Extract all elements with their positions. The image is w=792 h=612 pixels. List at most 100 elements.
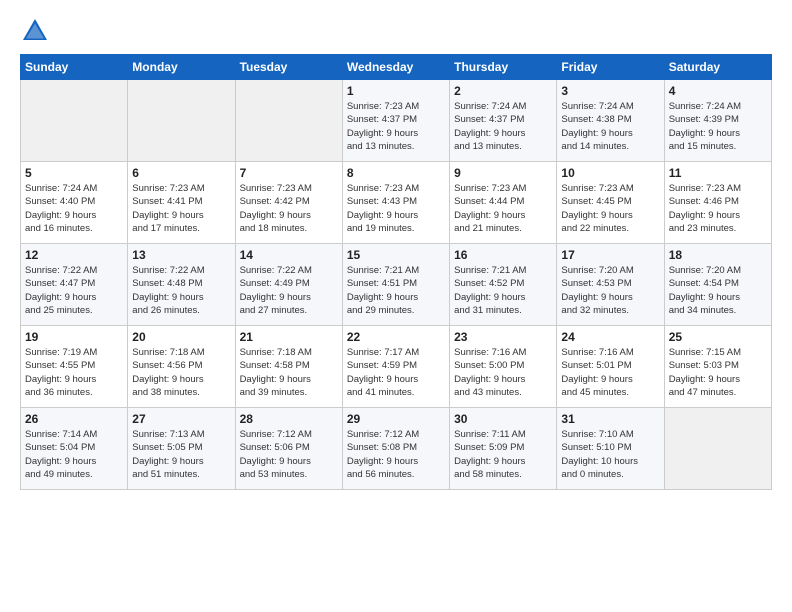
day-info: Sunrise: 7:20 AM Sunset: 4:54 PM Dayligh… (669, 264, 767, 317)
day-info: Sunrise: 7:23 AM Sunset: 4:37 PM Dayligh… (347, 100, 445, 153)
day-number: 5 (25, 166, 123, 180)
day-number: 31 (561, 412, 659, 426)
day-number: 24 (561, 330, 659, 344)
day-info: Sunrise: 7:21 AM Sunset: 4:52 PM Dayligh… (454, 264, 552, 317)
calendar-cell: 30 Sunrise: 7:11 AM Sunset: 5:09 PM Dayli… (450, 408, 557, 490)
day-info: Sunrise: 7:13 AM Sunset: 5:05 PM Dayligh… (132, 428, 230, 481)
week-row-3: 12 Sunrise: 7:22 AM Sunset: 4:47 PM Dayli… (21, 244, 772, 326)
calendar-cell (128, 80, 235, 162)
day-number: 29 (347, 412, 445, 426)
calendar-cell: 31 Sunrise: 7:10 AM Sunset: 5:10 PM Dayli… (557, 408, 664, 490)
week-row-4: 19 Sunrise: 7:19 AM Sunset: 4:55 PM Dayli… (21, 326, 772, 408)
day-info: Sunrise: 7:22 AM Sunset: 4:48 PM Dayligh… (132, 264, 230, 317)
day-header-friday: Friday (557, 55, 664, 80)
day-info: Sunrise: 7:19 AM Sunset: 4:55 PM Dayligh… (25, 346, 123, 399)
day-info: Sunrise: 7:23 AM Sunset: 4:41 PM Dayligh… (132, 182, 230, 235)
day-info: Sunrise: 7:23 AM Sunset: 4:45 PM Dayligh… (561, 182, 659, 235)
calendar-cell: 22Sunrise: 7:17 AM Sunset: 4:59 PM Dayli… (342, 326, 449, 408)
day-info: Sunrise: 7:18 AM Sunset: 4:58 PM Dayligh… (240, 346, 338, 399)
day-number: 20 (132, 330, 230, 344)
calendar-cell: 18 Sunrise: 7:20 AM Sunset: 4:54 PM Dayli… (664, 244, 771, 326)
day-number: 16 (454, 248, 552, 262)
calendar-cell: 14 Sunrise: 7:22 AM Sunset: 4:49 PM Dayli… (235, 244, 342, 326)
day-info: Sunrise: 7:24 AM Sunset: 4:37 PM Dayligh… (454, 100, 552, 153)
day-header-thursday: Thursday (450, 55, 557, 80)
day-number: 18 (669, 248, 767, 262)
day-info: Sunrise: 7:21 AM Sunset: 4:51 PM Dayligh… (347, 264, 445, 317)
day-header-saturday: Saturday (664, 55, 771, 80)
calendar-cell: 6 Sunrise: 7:23 AM Sunset: 4:41 PM Daylig… (128, 162, 235, 244)
calendar-cell: 19 Sunrise: 7:19 AM Sunset: 4:55 PM Dayli… (21, 326, 128, 408)
calendar-cell: 28 Sunrise: 7:12 AM Sunset: 5:06 PM Dayli… (235, 408, 342, 490)
day-info: Sunrise: 7:16 AM Sunset: 5:00 PM Dayligh… (454, 346, 552, 399)
calendar-cell: 3Sunrise: 7:24 AM Sunset: 4:38 PM Daylig… (557, 80, 664, 162)
day-number: 23 (454, 330, 552, 344)
calendar-cell: 5 Sunrise: 7:24 AM Sunset: 4:40 PM Daylig… (21, 162, 128, 244)
day-info: Sunrise: 7:12 AM Sunset: 5:06 PM Dayligh… (240, 428, 338, 481)
calendar-cell: 15 Sunrise: 7:21 AM Sunset: 4:51 PM Dayli… (342, 244, 449, 326)
calendar-cell: 23 Sunrise: 7:16 AM Sunset: 5:00 PM Dayli… (450, 326, 557, 408)
calendar-cell (235, 80, 342, 162)
day-info: Sunrise: 7:23 AM Sunset: 4:42 PM Dayligh… (240, 182, 338, 235)
day-number: 19 (25, 330, 123, 344)
calendar-cell (664, 408, 771, 490)
day-info: Sunrise: 7:23 AM Sunset: 4:46 PM Dayligh… (669, 182, 767, 235)
day-number: 2 (454, 84, 552, 98)
day-number: 4 (669, 84, 767, 98)
calendar-cell: 11 Sunrise: 7:23 AM Sunset: 4:46 PM Dayli… (664, 162, 771, 244)
calendar-cell: 25Sunrise: 7:15 AM Sunset: 5:03 PM Dayli… (664, 326, 771, 408)
day-info: Sunrise: 7:22 AM Sunset: 4:47 PM Dayligh… (25, 264, 123, 317)
calendar-cell: 21 Sunrise: 7:18 AM Sunset: 4:58 PM Dayli… (235, 326, 342, 408)
logo (20, 16, 56, 46)
calendar-cell: 10 Sunrise: 7:23 AM Sunset: 4:45 PM Dayli… (557, 162, 664, 244)
day-number: 14 (240, 248, 338, 262)
calendar-cell: 4 Sunrise: 7:24 AM Sunset: 4:39 PM Daylig… (664, 80, 771, 162)
day-number: 25 (669, 330, 767, 344)
day-info: Sunrise: 7:12 AM Sunset: 5:08 PM Dayligh… (347, 428, 445, 481)
day-number: 30 (454, 412, 552, 426)
calendar: SundayMondayTuesdayWednesdayThursdayFrid… (20, 54, 772, 490)
day-number: 13 (132, 248, 230, 262)
calendar-cell: 16 Sunrise: 7:21 AM Sunset: 4:52 PM Dayli… (450, 244, 557, 326)
day-info: Sunrise: 7:16 AM Sunset: 5:01 PM Dayligh… (561, 346, 659, 399)
calendar-cell: 1Sunrise: 7:23 AM Sunset: 4:37 PM Daylig… (342, 80, 449, 162)
calendar-cell: 29 Sunrise: 7:12 AM Sunset: 5:08 PM Dayli… (342, 408, 449, 490)
day-info: Sunrise: 7:10 AM Sunset: 5:10 PM Dayligh… (561, 428, 659, 481)
day-info: Sunrise: 7:17 AM Sunset: 4:59 PM Dayligh… (347, 346, 445, 399)
day-info: Sunrise: 7:24 AM Sunset: 4:40 PM Dayligh… (25, 182, 123, 235)
calendar-cell: 24 Sunrise: 7:16 AM Sunset: 5:01 PM Dayli… (557, 326, 664, 408)
day-number: 12 (25, 248, 123, 262)
day-header-wednesday: Wednesday (342, 55, 449, 80)
calendar-cell: 13 Sunrise: 7:22 AM Sunset: 4:48 PM Dayli… (128, 244, 235, 326)
day-number: 3 (561, 84, 659, 98)
day-number: 6 (132, 166, 230, 180)
calendar-cell (21, 80, 128, 162)
day-number: 28 (240, 412, 338, 426)
day-info: Sunrise: 7:14 AM Sunset: 5:04 PM Dayligh… (25, 428, 123, 481)
calendar-cell: 12 Sunrise: 7:22 AM Sunset: 4:47 PM Dayli… (21, 244, 128, 326)
day-number: 10 (561, 166, 659, 180)
week-row-2: 5 Sunrise: 7:24 AM Sunset: 4:40 PM Daylig… (21, 162, 772, 244)
day-info: Sunrise: 7:22 AM Sunset: 4:49 PM Dayligh… (240, 264, 338, 317)
calendar-cell: 7Sunrise: 7:23 AM Sunset: 4:42 PM Daylig… (235, 162, 342, 244)
calendar-cell: 17Sunrise: 7:20 AM Sunset: 4:53 PM Dayli… (557, 244, 664, 326)
day-number: 27 (132, 412, 230, 426)
calendar-cell: 27 Sunrise: 7:13 AM Sunset: 5:05 PM Dayli… (128, 408, 235, 490)
day-info: Sunrise: 7:24 AM Sunset: 4:39 PM Dayligh… (669, 100, 767, 153)
calendar-header-row: SundayMondayTuesdayWednesdayThursdayFrid… (21, 55, 772, 80)
page: SundayMondayTuesdayWednesdayThursdayFrid… (0, 0, 792, 612)
day-number: 21 (240, 330, 338, 344)
day-number: 15 (347, 248, 445, 262)
calendar-cell: 9Sunrise: 7:23 AM Sunset: 4:44 PM Daylig… (450, 162, 557, 244)
calendar-cell: 2 Sunrise: 7:24 AM Sunset: 4:37 PM Daylig… (450, 80, 557, 162)
week-row-1: 1Sunrise: 7:23 AM Sunset: 4:37 PM Daylig… (21, 80, 772, 162)
day-number: 17 (561, 248, 659, 262)
day-info: Sunrise: 7:23 AM Sunset: 4:43 PM Dayligh… (347, 182, 445, 235)
day-header-monday: Monday (128, 55, 235, 80)
day-info: Sunrise: 7:11 AM Sunset: 5:09 PM Dayligh… (454, 428, 552, 481)
day-info: Sunrise: 7:23 AM Sunset: 4:44 PM Dayligh… (454, 182, 552, 235)
calendar-cell: 20Sunrise: 7:18 AM Sunset: 4:56 PM Dayli… (128, 326, 235, 408)
day-number: 11 (669, 166, 767, 180)
day-header-sunday: Sunday (21, 55, 128, 80)
week-row-5: 26Sunrise: 7:14 AM Sunset: 5:04 PM Dayli… (21, 408, 772, 490)
